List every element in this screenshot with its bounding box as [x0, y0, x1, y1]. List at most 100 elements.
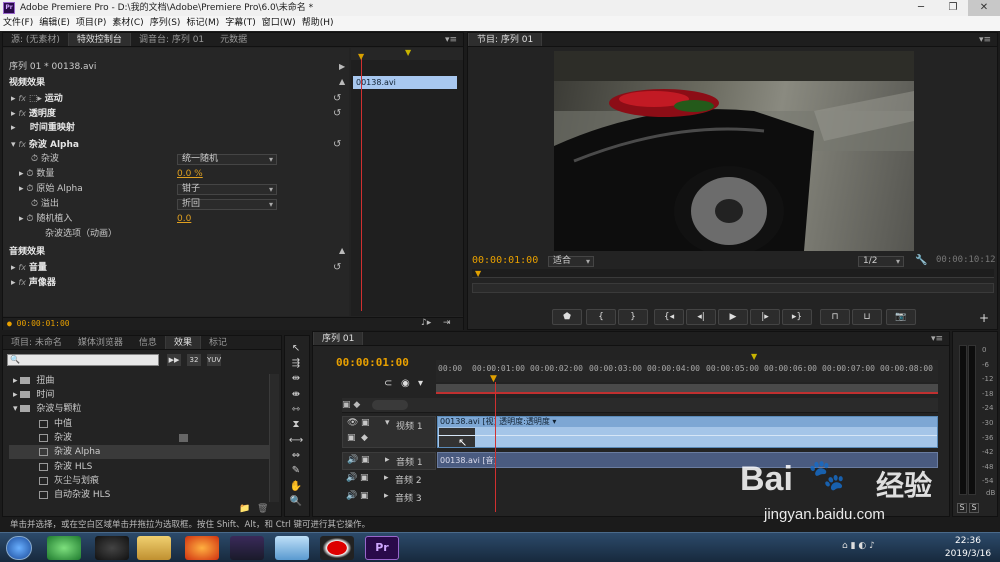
menu-sequence[interactable]: 序列(S) — [147, 16, 184, 31]
tab-sequence[interactable]: 序列 01 — [313, 332, 364, 345]
premiere-taskbar-icon[interactable]: Pr — [365, 536, 399, 560]
tab-source[interactable]: 源: (无素材) — [3, 33, 68, 46]
start-button-icon[interactable] — [6, 536, 32, 560]
tray-icons[interactable]: ⌂ ▮ ◐ ♪ — [842, 541, 875, 551]
collapse-icon[interactable]: ▾ — [385, 418, 390, 428]
fx-icon[interactable]: fx — [18, 278, 26, 287]
overflow-dropdown[interactable]: 折回 — [177, 199, 277, 210]
expand-icon[interactable]: ▸ — [13, 376, 18, 386]
tab-markers[interactable]: 标记 — [201, 336, 235, 349]
tree-folder-distort[interactable]: ▸ 扭曲 — [13, 374, 54, 388]
hand-tool-icon[interactable]: ✋ — [287, 480, 305, 494]
tab-effects[interactable]: 效果 — [164, 336, 201, 349]
expand-icon[interactable]: ▸ — [384, 473, 389, 483]
tab-media-browser[interactable]: 媒体浏览器 — [70, 336, 131, 349]
menu-marker[interactable]: 标记(M) — [183, 16, 222, 31]
step-forward-icon[interactable]: |▸ — [750, 309, 780, 325]
mini-playhead[interactable] — [361, 56, 362, 311]
rolling-edit-tool-icon[interactable]: ⇼ — [287, 388, 305, 402]
effect-row-volume[interactable]: ▸ fx 音量 — [11, 260, 47, 275]
scroll-up-icon[interactable]: ▲ — [339, 77, 345, 86]
marker-icon[interactable]: ⬟ — [552, 309, 582, 325]
program-zoom-scrollbar[interactable] — [472, 283, 994, 293]
settings-wrench-icon[interactable]: 🔧 — [915, 255, 927, 266]
tree-effect-noise-hls[interactable]: 杂波 HLS — [39, 460, 92, 474]
program-timecode[interactable]: 00:00:01:00 — [472, 255, 538, 266]
collapse-icon[interactable]: ▾ — [13, 404, 18, 414]
work-area-bar[interactable] — [436, 384, 938, 394]
step-back-icon[interactable]: ◂| — [686, 309, 716, 325]
tree-effect-median[interactable]: 中值 — [39, 417, 72, 431]
tab-effect-controls[interactable]: 特效控制台 — [67, 33, 131, 46]
tree-effect-dust-scratches[interactable]: 灰尘与划痕 — [39, 474, 99, 488]
stopwatch-icon[interactable]: ⏱ — [31, 199, 38, 209]
speaker-icon[interactable]: 🔊 — [346, 473, 357, 483]
track-select-tool-icon[interactable]: ⇶ — [287, 357, 305, 371]
eye-icon[interactable]: 👁 — [347, 418, 358, 428]
audio-clip[interactable]: 00138.avi [音] — [437, 452, 938, 468]
speaker-icon[interactable]: 🔊 — [347, 455, 358, 465]
expand-icon[interactable]: ▸ — [11, 123, 16, 133]
mini-clip[interactable]: 00138.avi — [353, 76, 457, 89]
app-window-icon[interactable] — [275, 536, 309, 560]
export-frame-icon[interactable]: 📷 — [886, 309, 916, 325]
fx-icon[interactable]: fx — [18, 109, 26, 118]
stopwatch-icon[interactable]: ⏱ — [26, 214, 33, 224]
extract-icon[interactable]: ⊔ — [852, 309, 882, 325]
menu-window[interactable]: 窗口(W) — [259, 16, 299, 31]
effect-row-noise-alpha[interactable]: ▾ fx 杂波 Alpha — [11, 137, 79, 152]
expand-icon[interactable]: ▸ — [11, 109, 16, 119]
reset-icon[interactable]: ↺ — [333, 93, 341, 104]
razor-tool-icon[interactable]: ⧗ — [287, 418, 305, 432]
expand-icon[interactable]: ▸ — [19, 169, 24, 179]
slip-tool-icon[interactable]: ⟷ — [287, 434, 305, 448]
play-audio-icon[interactable]: ♪▸ — [421, 318, 431, 328]
menu-clip[interactable]: 素材(C) — [109, 16, 146, 31]
menu-edit[interactable]: 编辑(E) — [36, 16, 73, 31]
fx-icon[interactable]: fx — [18, 140, 26, 149]
effect-row-time-remap[interactable]: ▸ 时间重映射 — [11, 121, 75, 136]
menu-title[interactable]: 字幕(T) — [222, 16, 259, 31]
lock-icon[interactable]: ▣ — [361, 455, 370, 465]
expand-icon[interactable]: ▸ — [384, 491, 389, 501]
file-explorer-icon[interactable] — [137, 536, 171, 560]
slide-tool-icon[interactable]: ⇔ — [287, 449, 305, 463]
expand-icon[interactable]: ▸ — [13, 390, 18, 400]
param-noise-options[interactable]: 杂波选项（动画） — [45, 227, 117, 242]
tree-folder-noise-grain[interactable]: ▾ 杂波与颗粒 — [13, 402, 81, 416]
speaker-icon[interactable]: 🔊 — [346, 491, 357, 501]
snap-icon[interactable]: ⊂ — [384, 378, 392, 389]
expand-icon[interactable]: ▸ — [11, 278, 16, 288]
original-alpha-dropdown[interactable]: 钳子 — [177, 184, 277, 195]
amount-value[interactable]: 0.0 % — [177, 167, 203, 182]
reset-icon[interactable]: ↺ — [333, 139, 341, 150]
browser-360-icon[interactable] — [47, 536, 81, 560]
tree-effect-noise-alpha[interactable]: 杂波 Alpha — [9, 445, 273, 459]
menu-project[interactable]: 项目(P) — [73, 16, 109, 31]
firefox-icon[interactable] — [185, 536, 219, 560]
effect-row-motion[interactable]: ▸ fx ⬚▸ 运动 — [11, 91, 63, 106]
effects-search-input[interactable]: 🔍 — [7, 354, 159, 366]
effect-row-opacity[interactable]: ▸ fx 透明度 — [11, 106, 56, 121]
add-button-icon[interactable]: + — [979, 311, 989, 325]
tree-effect-noise[interactable]: 杂波 — [39, 431, 72, 445]
go-to-out-icon[interactable]: ▸} — [782, 309, 812, 325]
collapse-arrow-icon[interactable]: ▶ — [339, 62, 345, 71]
keyframe-icon[interactable]: ◆ — [361, 433, 368, 443]
32bit-effects-icon[interactable]: 32 — [187, 354, 201, 366]
tab-info[interactable]: 信息 — [131, 336, 165, 349]
expand-icon[interactable]: ▸ — [11, 263, 16, 273]
fx-icon[interactable]: fx — [18, 94, 26, 103]
solo-right-button[interactable]: S — [969, 503, 979, 513]
delete-icon[interactable]: 🗑 — [257, 504, 268, 514]
tab-program[interactable]: 节目: 序列 01 — [468, 33, 543, 46]
keyframe-nav[interactable] — [372, 400, 408, 410]
resolution-dropdown[interactable]: 1/2 — [858, 256, 904, 267]
export-icon[interactable]: ⇥ — [443, 318, 451, 328]
program-mini-ruler[interactable] — [472, 269, 994, 278]
ripple-edit-tool-icon[interactable]: ⇹ — [287, 372, 305, 386]
menu-file[interactable]: 文件(F) — [0, 16, 36, 31]
recorder-icon[interactable] — [320, 536, 354, 560]
display-style-icon[interactable]: ▣ — [347, 433, 356, 443]
selection-tool-icon[interactable]: ↖ — [287, 342, 305, 356]
